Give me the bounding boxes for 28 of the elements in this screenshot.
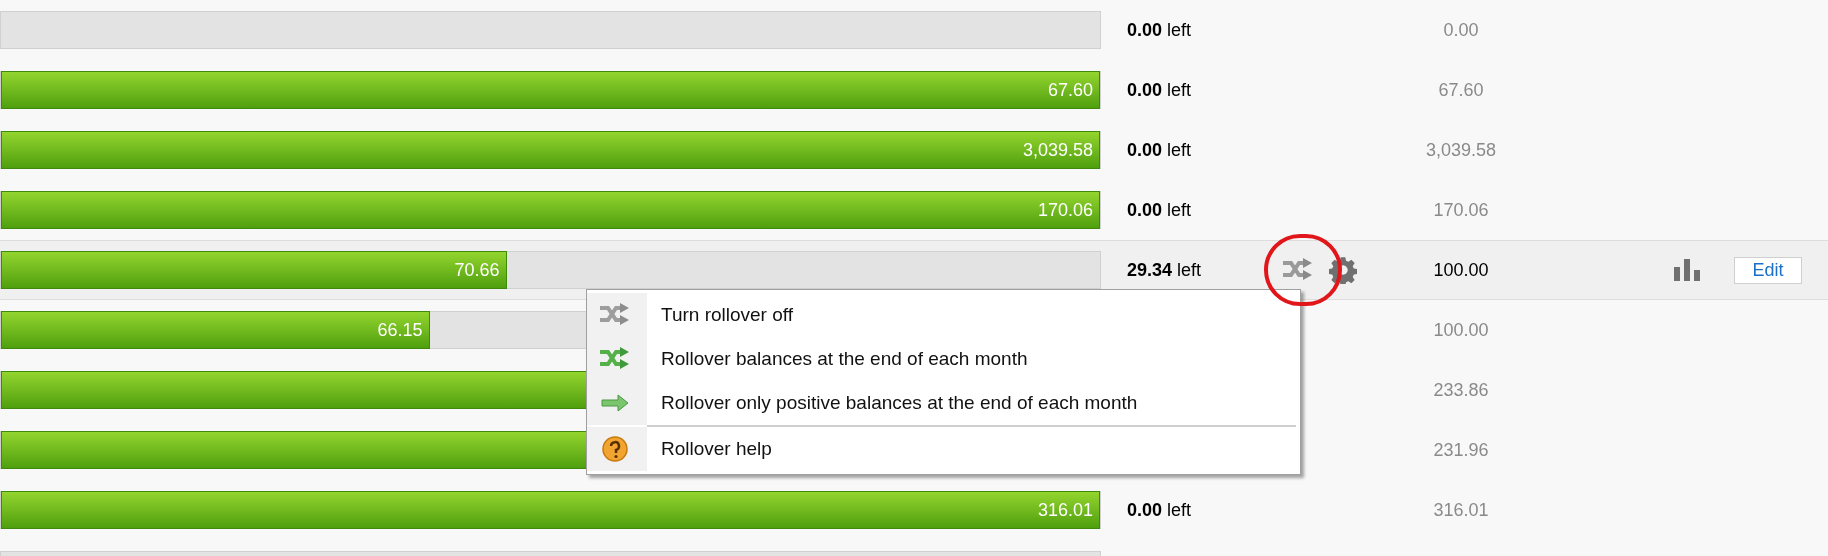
budget-amount: 100.00 (1433, 259, 1489, 280)
budget-amount: 0.00 (1443, 19, 1479, 40)
menu-item[interactable]: Turn rollover off (587, 293, 1300, 337)
budget-amount: 231.96 (1433, 439, 1489, 460)
spent-amount: 3,039.58 (1022, 138, 1094, 162)
spent-amount: 316.01 (1037, 498, 1094, 522)
budget-amount: 100.00 (1433, 319, 1489, 340)
spent-amount: 67.60 (1047, 78, 1094, 102)
bar-chart-icon[interactable] (1674, 259, 1700, 281)
remaining-amount: 29.34 left (1127, 259, 1202, 280)
menu-item[interactable]: Rollover help (587, 427, 1300, 471)
budget-amount: 316.01 (1433, 499, 1489, 520)
menu-item[interactable]: Rollover balances at the end of each month (587, 337, 1300, 381)
menu-item[interactable]: Rollover only positive balances at the end of each month (587, 381, 1300, 425)
budget-amount: 3,039.58 (1425, 139, 1497, 160)
budget-amount: 170.06 (1433, 199, 1489, 220)
budget-amount: 67.60 (1438, 79, 1484, 100)
spent-amount: 70.66 (454, 258, 501, 282)
settings-icon[interactable] (1329, 256, 1357, 284)
budget-amount: 233.86 (1433, 379, 1489, 400)
spent-amount: 66.15 (377, 318, 424, 342)
remaining-amount: 0.00 left (1127, 499, 1192, 520)
remaining-amount: 0.00 left (1127, 19, 1192, 40)
edit-button[interactable]: Edit (1734, 256, 1802, 284)
spent-amount: 170.06 (1037, 198, 1094, 222)
remaining-amount: 0.00 left (1127, 79, 1192, 100)
remaining-amount: 0.00 left (1127, 199, 1192, 220)
remaining-amount: 0.00 left (1127, 139, 1192, 160)
